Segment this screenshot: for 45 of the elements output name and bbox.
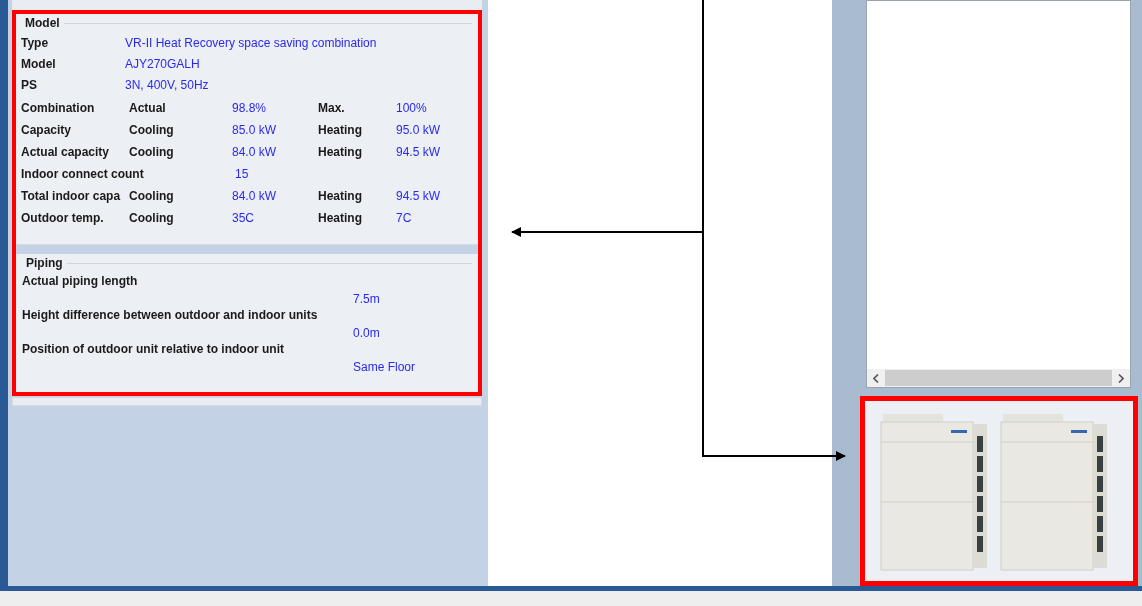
mode-label: Cooling <box>129 188 175 205</box>
field-label: Model <box>21 55 57 73</box>
section-title: Model <box>24 15 61 32</box>
value-text: 7C <box>396 210 413 227</box>
row-label: Combination <box>21 100 96 117</box>
piping-label: Height difference between outdoor and indoor units <box>22 307 319 322</box>
value-text: 84.0 kW <box>232 144 277 161</box>
field-label: PS <box>21 76 38 94</box>
mode-label: Heating <box>318 122 363 139</box>
piping-value: 0.0m <box>352 325 381 340</box>
row-label: Outdoor temp. <box>21 210 105 227</box>
field-value: VR-II Heat Recovery space saving combination <box>125 34 377 52</box>
value-text: 95.0 kW <box>396 122 441 139</box>
scrollbar-thumb[interactable] <box>885 370 1112 386</box>
value-text: 100% <box>396 100 428 117</box>
value-text: 84.0 kW <box>232 188 277 205</box>
piping-value: Same Floor <box>352 359 417 374</box>
scroll-left-icon[interactable] <box>873 373 879 383</box>
value-text: 98.8% <box>232 100 268 117</box>
mode-label: Cooling <box>129 210 175 227</box>
section-title: Piping <box>25 255 64 272</box>
mode-label: Heating <box>318 188 363 205</box>
field-value: 3N, 400V, 50Hz <box>125 76 209 94</box>
value-text: 15 <box>234 166 250 183</box>
scroll-right-icon[interactable] <box>1118 373 1124 383</box>
row-label: Capacity <box>21 122 73 139</box>
row-label: Actual capacity <box>21 144 111 161</box>
mode-label: Heating <box>318 144 363 161</box>
piping-value: 7.5m <box>352 291 381 306</box>
row-label: Indoor connect count <box>21 166 145 183</box>
field-value: AJY270GALH <box>125 55 200 73</box>
value-text: 94.5 kW <box>396 188 441 205</box>
field-label: Type <box>21 34 50 52</box>
row-label: Total indoor capa <box>21 188 122 205</box>
mode-label: Heating <box>318 210 363 227</box>
value-text: 35C <box>232 210 255 227</box>
value-text: 94.5 kW <box>396 144 441 161</box>
piping-label: Actual piping length <box>22 273 139 288</box>
value-text: 85.0 kW <box>232 122 277 139</box>
mode-label: Cooling <box>129 144 175 161</box>
mode-label: Cooling <box>129 122 175 139</box>
piping-label: Position of outdoor unit relative to indoor unit <box>22 341 285 356</box>
horizontal-scrollbar[interactable] <box>867 369 1130 387</box>
mode-label: Max. <box>318 100 346 117</box>
mode-label: Actual <box>129 100 167 117</box>
